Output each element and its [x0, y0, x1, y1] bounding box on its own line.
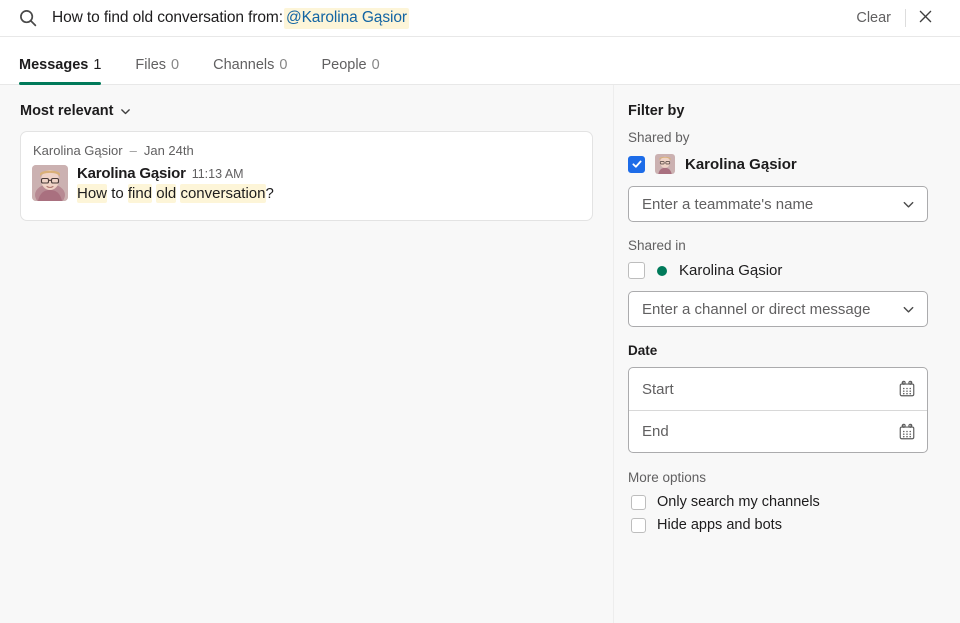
tab-messages-count: 1 — [93, 56, 102, 73]
more-options-label: More options — [628, 470, 707, 485]
message-body: Karolina Gąsior 11:13 AM How to find old… — [77, 165, 578, 205]
option-only-search-my-channels[interactable]: Only search my channels — [631, 494, 960, 510]
avatar — [32, 165, 68, 201]
sort-dropdown[interactable]: Most relevant — [20, 103, 132, 119]
tab-people-count: 0 — [371, 56, 380, 73]
avatar — [655, 154, 675, 174]
only-search-my-channels-checkbox[interactable] — [631, 494, 646, 510]
search-query-token[interactable]: @Karolina Gąsior — [283, 7, 409, 29]
results-column: Most relevant Karolina Gąsior – Jan 24th — [0, 85, 613, 623]
shared-in-label: Shared in — [628, 238, 686, 253]
option-hide-apps-and-bots[interactable]: Hide apps and bots — [631, 517, 960, 533]
tab-messages-label: Messages — [19, 56, 89, 73]
chevron-down-icon — [119, 105, 132, 118]
message-row: Karolina Gąsior 11:13 AM How to find old… — [32, 165, 578, 205]
shared-by-person-row[interactable]: Karolina Gąsior — [628, 154, 960, 174]
tab-channels[interactable]: Channels 0 — [196, 56, 304, 85]
chevron-down-icon — [901, 197, 916, 212]
hide-apps-and-bots-label: Hide apps and bots — [657, 517, 782, 533]
search-result-card[interactable]: Karolina Gąsior – Jan 24th Karolina Gąsi… — [20, 131, 593, 221]
filter-panel-title: Filter by — [628, 103, 685, 119]
date-end-field[interactable]: End — [629, 410, 927, 452]
tab-people[interactable]: People 0 — [304, 56, 396, 85]
only-search-my-channels-label: Only search my channels — [657, 494, 820, 510]
shared-by-label: Shared by — [628, 130, 690, 145]
filters-panel: Filter by Shared by Karolina Gąsior Ente… — [613, 85, 960, 623]
search-icon — [18, 8, 38, 28]
tab-messages[interactable]: Messages 1 — [19, 56, 118, 85]
tab-channels-count: 0 — [279, 56, 288, 73]
presence-online-icon — [657, 265, 667, 276]
shared-by-checkbox[interactable] — [628, 155, 645, 173]
shared-in-person-row[interactable]: Karolina Gąsior — [628, 262, 960, 279]
search-header: How to find old conversation from: @Karol… — [0, 0, 960, 37]
search-tabs: Messages 1 Files 0 Channels 0 People 0 — [0, 37, 960, 85]
search-query-text: How to find old conversation from: — [52, 8, 283, 26]
tab-files-label: Files — [135, 56, 167, 73]
shared-in-checkbox[interactable] — [628, 262, 645, 279]
message-text: How to find old conversation? — [77, 184, 274, 203]
date-range-fields: Start End — [628, 367, 928, 453]
search-header-actions: Clear — [842, 3, 944, 33]
message-header: Karolina Gąsior 11:13 AM — [77, 165, 578, 182]
chevron-down-icon — [901, 302, 916, 317]
tab-people-label: People — [321, 56, 367, 73]
date-label: Date — [628, 343, 658, 358]
hide-apps-and-bots-checkbox[interactable] — [631, 517, 646, 533]
result-channel: Karolina Gąsior — [33, 143, 123, 158]
search-body: Most relevant Karolina Gąsior – Jan 24th — [0, 85, 960, 623]
sort-dropdown-label: Most relevant — [20, 103, 114, 119]
message-timestamp: 11:13 AM — [191, 167, 244, 181]
tab-channels-label: Channels — [213, 56, 275, 73]
slack-search-screen: How to find old conversation from: @Karol… — [0, 0, 960, 623]
result-meta-separator: – — [129, 143, 137, 158]
shared-in-select-placeholder: Enter a channel or direct message — [642, 300, 871, 318]
search-input[interactable]: How to find old conversation from: @Karol… — [52, 7, 842, 29]
calendar-icon[interactable] — [898, 423, 916, 441]
date-start-field[interactable]: Start — [629, 368, 927, 410]
calendar-icon[interactable] — [898, 380, 916, 398]
shared-by-person-name: Karolina Gąsior — [685, 155, 797, 173]
shared-in-person-name: Karolina Gąsior — [679, 262, 783, 279]
close-icon — [917, 8, 934, 28]
message-author: Karolina Gąsior — [77, 165, 186, 182]
shared-by-select-placeholder: Enter a teammate's name — [642, 195, 814, 213]
shared-by-select[interactable]: Enter a teammate's name — [628, 186, 928, 222]
tab-files-count: 0 — [171, 56, 180, 73]
result-date: Jan 24th — [143, 143, 194, 158]
date-end-placeholder: End — [642, 423, 669, 440]
date-start-placeholder: Start — [642, 380, 674, 398]
tab-files[interactable]: Files 0 — [118, 56, 196, 85]
close-button[interactable] — [906, 3, 944, 33]
shared-in-select[interactable]: Enter a channel or direct message — [628, 291, 928, 327]
result-meta: Karolina Gąsior – Jan 24th — [33, 143, 578, 158]
clear-search-button[interactable]: Clear — [842, 6, 905, 30]
